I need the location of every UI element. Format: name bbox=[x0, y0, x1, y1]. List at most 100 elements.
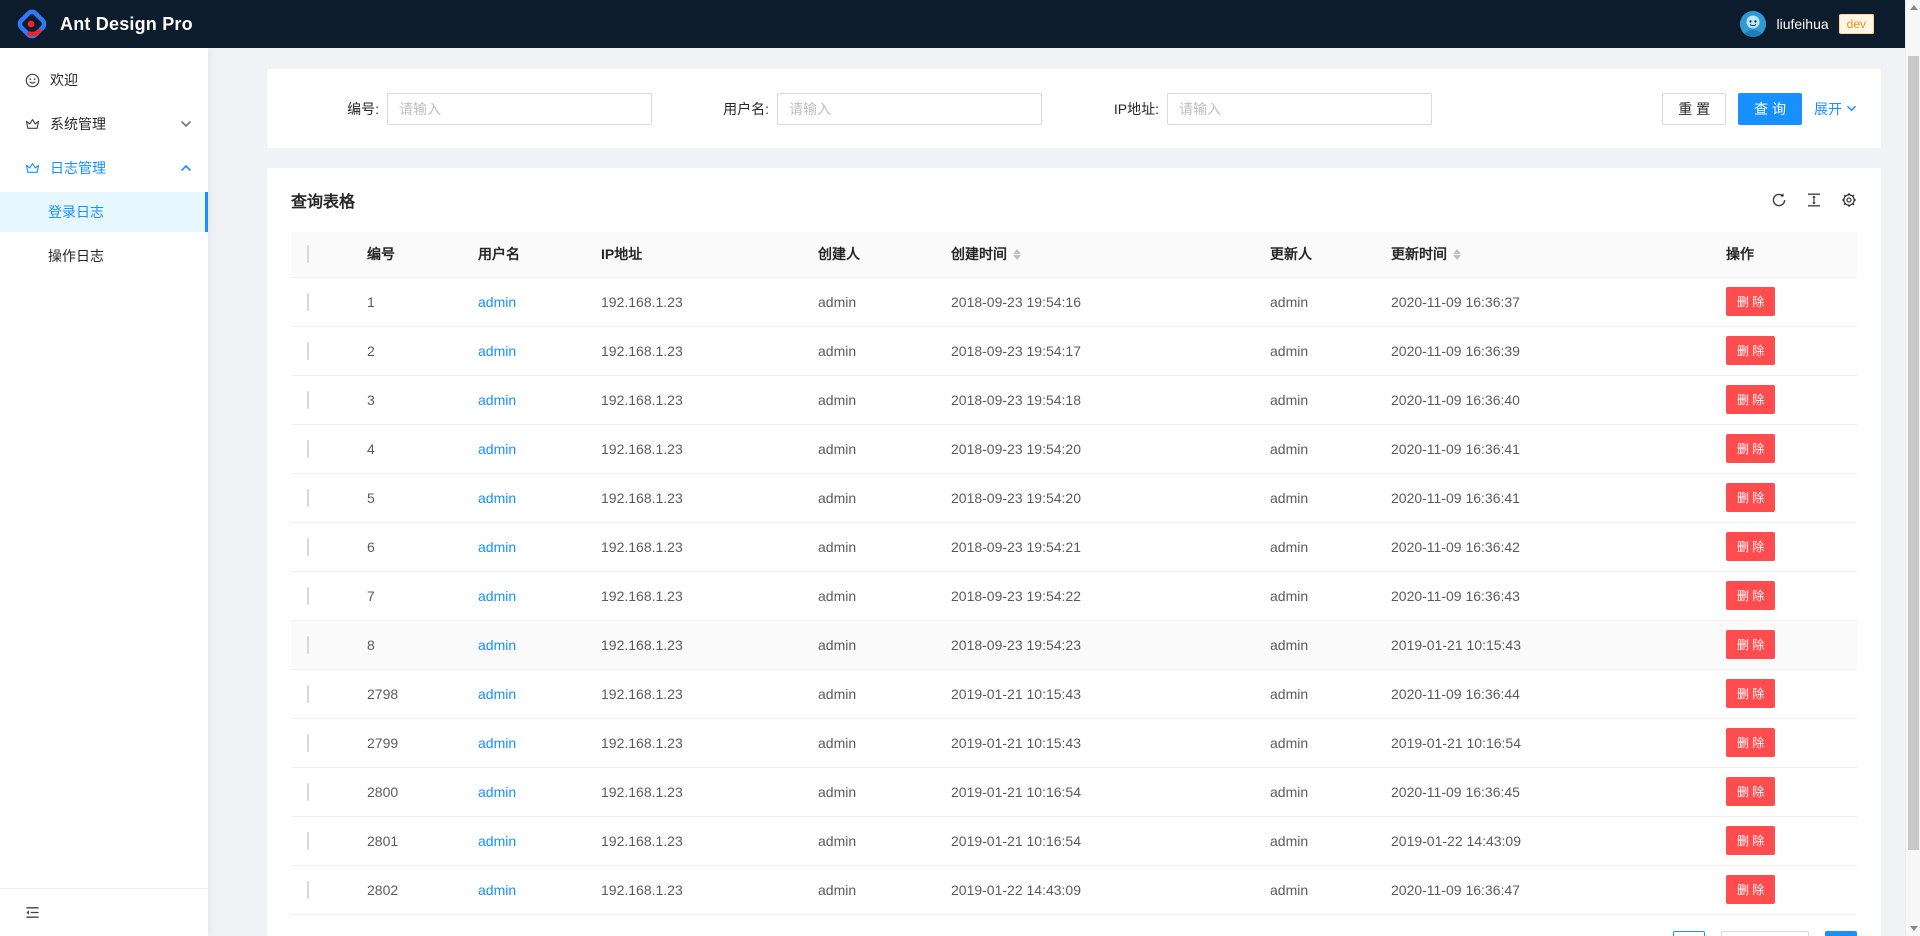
select-all-checkbox[interactable] bbox=[307, 245, 309, 263]
row-checkbox[interactable] bbox=[307, 685, 309, 703]
sorter-icon[interactable] bbox=[1453, 249, 1461, 260]
menu-fold-icon[interactable] bbox=[24, 904, 41, 921]
username-link[interactable]: admin bbox=[478, 686, 516, 702]
chevron-down-icon bbox=[180, 118, 192, 130]
username-link[interactable]: admin bbox=[478, 490, 516, 506]
cell-ip: 192.168.1.23 bbox=[585, 326, 802, 375]
username-link[interactable]: admin bbox=[478, 784, 516, 800]
delete-button[interactable]: 删 除 bbox=[1726, 385, 1775, 414]
row-checkbox[interactable] bbox=[307, 489, 309, 507]
row-checkbox[interactable] bbox=[307, 538, 309, 556]
scroll-up-arrow-icon[interactable] bbox=[1906, 0, 1920, 15]
cell-updater: admin bbox=[1254, 522, 1375, 571]
delete-button[interactable]: 删 除 bbox=[1726, 434, 1775, 463]
form-item-id: 编号: bbox=[291, 93, 681, 125]
delete-button[interactable]: 删 除 bbox=[1726, 875, 1775, 904]
cell-id: 2802 bbox=[351, 865, 462, 914]
username-input[interactable] bbox=[777, 93, 1042, 125]
row-checkbox[interactable] bbox=[307, 440, 309, 458]
cell-id: 2 bbox=[351, 326, 462, 375]
cell-updater: admin bbox=[1254, 375, 1375, 424]
sidebar-item-log-management[interactable]: 日志管理 bbox=[0, 148, 208, 188]
delete-button[interactable]: 删 除 bbox=[1726, 777, 1775, 806]
username-link[interactable]: admin bbox=[478, 392, 516, 408]
column-header-actions: 操作 bbox=[1710, 232, 1857, 277]
cell-updater: admin bbox=[1254, 767, 1375, 816]
scroll-down-arrow-icon[interactable] bbox=[1906, 921, 1920, 936]
delete-button[interactable]: 删 除 bbox=[1726, 287, 1775, 316]
row-checkbox[interactable] bbox=[307, 832, 309, 850]
username-text[interactable]: liufeihua bbox=[1776, 16, 1828, 32]
row-checkbox[interactable] bbox=[307, 391, 309, 409]
username-link[interactable]: admin bbox=[478, 833, 516, 849]
column-header-updater: 更新人 bbox=[1254, 232, 1375, 277]
scrollbar-thumb[interactable] bbox=[1908, 56, 1919, 850]
table-body: 1 admin 192.168.1.23 admin 2018-09-23 19… bbox=[291, 277, 1857, 914]
username-link[interactable]: admin bbox=[478, 343, 516, 359]
brand[interactable]: Ant Design Pro bbox=[16, 8, 193, 40]
cell-updater: admin bbox=[1254, 277, 1375, 326]
row-checkbox[interactable] bbox=[307, 342, 309, 360]
cell-creator: admin bbox=[802, 375, 935, 424]
username-link[interactable]: admin bbox=[478, 735, 516, 751]
cell-updater: admin bbox=[1254, 571, 1375, 620]
delete-button[interactable]: 删 除 bbox=[1726, 532, 1775, 561]
sorter-icon[interactable] bbox=[1013, 249, 1021, 260]
sidebar-item-welcome[interactable]: 欢迎 bbox=[0, 60, 208, 100]
column-header-create-time[interactable]: 创建时间 bbox=[951, 244, 1021, 264]
username-link[interactable]: admin bbox=[478, 294, 516, 310]
density-icon[interactable] bbox=[1805, 192, 1822, 209]
delete-button[interactable]: 删 除 bbox=[1726, 581, 1775, 610]
delete-button[interactable]: 删 除 bbox=[1726, 679, 1775, 708]
row-checkbox[interactable] bbox=[307, 881, 309, 899]
table-row: 2801 admin 192.168.1.23 admin 2019-01-21… bbox=[291, 816, 1857, 865]
username-link[interactable]: admin bbox=[478, 588, 516, 604]
sidebar-item-login-log[interactable]: 登录日志 bbox=[0, 192, 208, 232]
user-avatar[interactable] bbox=[1740, 11, 1766, 37]
delete-button[interactable]: 删 除 bbox=[1726, 336, 1775, 365]
id-input[interactable] bbox=[387, 93, 652, 125]
table-row: 5 admin 192.168.1.23 admin 2018-09-23 19… bbox=[291, 473, 1857, 522]
username-link[interactable]: admin bbox=[478, 637, 516, 653]
sidebar-item-system-management[interactable]: 系统管理 bbox=[0, 104, 208, 144]
row-checkbox[interactable] bbox=[307, 636, 309, 654]
table-row: 4 admin 192.168.1.23 admin 2018-09-23 19… bbox=[291, 424, 1857, 473]
table-row: 1 admin 192.168.1.23 admin 2018-09-23 19… bbox=[291, 277, 1857, 326]
delete-button[interactable]: 删 除 bbox=[1726, 728, 1775, 757]
app-title: Ant Design Pro bbox=[60, 14, 193, 35]
username-link[interactable]: admin bbox=[478, 441, 516, 457]
row-checkbox[interactable] bbox=[307, 783, 309, 801]
delete-button[interactable]: 删 除 bbox=[1726, 630, 1775, 659]
delete-button[interactable]: 删 除 bbox=[1726, 826, 1775, 855]
expand-link[interactable]: 展开 bbox=[1814, 99, 1857, 119]
query-table: 编号 用户名 IP地址 创建人 创建时间 更新人 bbox=[291, 232, 1857, 915]
cell-create-time: 2019-01-21 10:15:43 bbox=[935, 718, 1254, 767]
reset-button[interactable]: 重 置 bbox=[1662, 93, 1726, 125]
sidebar-item-operation-log[interactable]: 操作日志 bbox=[0, 236, 208, 276]
row-checkbox[interactable] bbox=[307, 734, 309, 752]
chevron-down-icon bbox=[1846, 103, 1857, 114]
username-link[interactable]: admin bbox=[478, 882, 516, 898]
username-link[interactable]: admin bbox=[478, 539, 516, 555]
column-header-update-time[interactable]: 更新时间 bbox=[1391, 244, 1461, 264]
pagination-partial-button[interactable] bbox=[1825, 931, 1857, 936]
query-button[interactable]: 查 询 bbox=[1738, 93, 1802, 125]
row-checkbox[interactable] bbox=[307, 587, 309, 605]
cell-update-time: 2020-11-09 16:36:44 bbox=[1375, 669, 1710, 718]
table-row: 7 admin 192.168.1.23 admin 2018-09-23 19… bbox=[291, 571, 1857, 620]
reload-icon[interactable] bbox=[1770, 192, 1787, 209]
pagination-page-1[interactable]: 1 bbox=[1673, 931, 1705, 936]
window-scrollbar bbox=[1905, 0, 1920, 936]
cell-create-time: 2018-09-23 19:54:17 bbox=[935, 326, 1254, 375]
settings-gear-icon[interactable] bbox=[1840, 192, 1857, 209]
row-checkbox[interactable] bbox=[307, 293, 309, 311]
cell-updater: admin bbox=[1254, 620, 1375, 669]
delete-button[interactable]: 删 除 bbox=[1726, 483, 1775, 512]
table-row: 2800 admin 192.168.1.23 admin 2019-01-21… bbox=[291, 767, 1857, 816]
page-size-select[interactable] bbox=[1721, 931, 1809, 936]
cell-id: 2800 bbox=[351, 767, 462, 816]
expand-label: 展开 bbox=[1814, 99, 1842, 119]
ip-input[interactable] bbox=[1167, 93, 1432, 125]
cell-update-time: 2019-01-21 10:15:43 bbox=[1375, 620, 1710, 669]
sidebar-item-label: 系统管理 bbox=[50, 114, 180, 134]
